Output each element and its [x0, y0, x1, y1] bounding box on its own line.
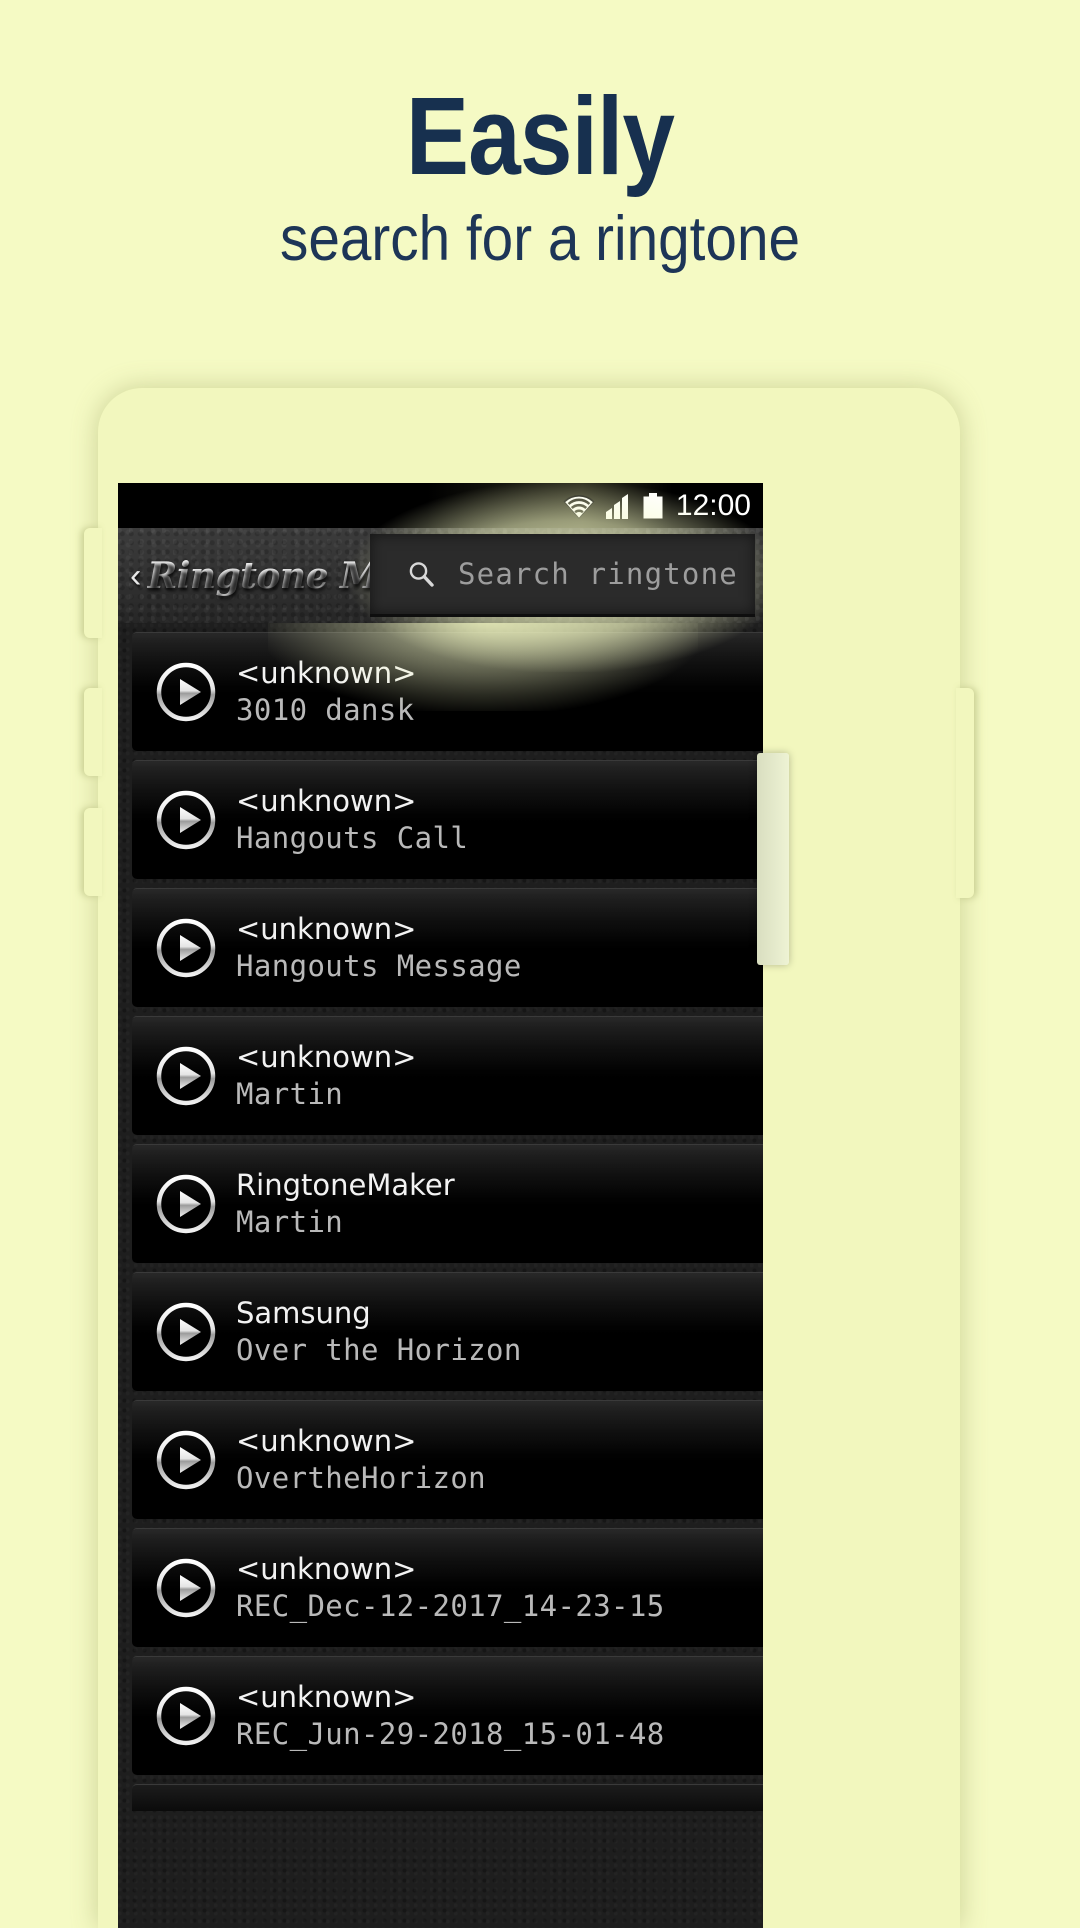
list-scrollbar-thumb[interactable] [757, 753, 789, 965]
ringtone-list[interactable]: <unknown> 3010 dansk <unknown> Hangouts Cal… [118, 623, 763, 1928]
list-item-artist: <unknown> [236, 783, 417, 818]
list-item[interactable]: <unknown> OvertheHorizon [132, 1400, 763, 1519]
list-item-artist: <unknown> [236, 1039, 417, 1074]
status-bar-clock: 12:00 [675, 488, 751, 522]
phone-mockup: 12:00 ‹ Ringtone Maker Search ringtone <… [84, 388, 974, 1928]
play-circle-icon[interactable] [154, 1044, 218, 1108]
play-circle-icon[interactable] [154, 916, 218, 980]
list-item-partial[interactable] [132, 1784, 763, 1811]
battery-icon [641, 492, 665, 520]
list-item-artist: <unknown> [236, 1423, 417, 1458]
list-item-meta: RingtoneMaker Martin [236, 1168, 455, 1240]
list-item-title: Hangouts Call [236, 820, 469, 855]
list-item-meta: <unknown> OvertheHorizon [236, 1424, 486, 1496]
cellular-signal-icon [605, 492, 632, 520]
list-item-meta: <unknown> REC_Dec-12-2017_14-23-15 [236, 1552, 665, 1624]
list-item-title: Martin [236, 1204, 344, 1239]
list-item[interactable]: <unknown> REC_Jun-29-2018_15-01-48 [132, 1656, 763, 1775]
power-button[interactable] [84, 528, 102, 638]
volume-up-button[interactable] [84, 688, 102, 776]
list-item-artist: Samsung [236, 1295, 371, 1330]
play-circle-icon[interactable] [154, 788, 218, 852]
list-item-meta: <unknown> Martin [236, 1040, 416, 1112]
list-item-artist: <unknown> [236, 1679, 417, 1714]
list-item-title: Over the Horizon [236, 1332, 522, 1367]
list-item-title: 3010 dansk [236, 692, 415, 727]
list-item[interactable]: <unknown> REC_Dec-12-2017_14-23-15 [132, 1528, 763, 1647]
list-item-meta: Samsung Over the Horizon [236, 1296, 522, 1368]
list-item-meta: <unknown> Hangouts Call [236, 784, 468, 856]
list-item-meta: <unknown> Hangouts Message [236, 912, 522, 984]
list-item[interactable]: RingtoneMaker Martin [132, 1144, 763, 1263]
play-circle-icon[interactable] [154, 1428, 218, 1492]
list-item-artist: RingtoneMaker [236, 1167, 455, 1202]
play-circle-icon[interactable] [154, 660, 218, 724]
list-item-artist: <unknown> [236, 655, 417, 690]
back-chevron-icon[interactable]: ‹ [130, 559, 141, 593]
list-item-title: Martin [236, 1076, 344, 1111]
list-item[interactable]: <unknown> Hangouts Message [132, 888, 763, 1007]
promo-headline: Easily [405, 75, 675, 198]
list-item-title: Hangouts Message [236, 948, 522, 983]
wifi-icon [561, 492, 597, 520]
search-input[interactable]: Search ringtone [370, 534, 755, 617]
list-item-artist: <unknown> [236, 1551, 417, 1586]
play-circle-icon[interactable] [154, 1300, 218, 1364]
volume-down-button[interactable] [84, 808, 102, 896]
play-circle-icon[interactable] [154, 1172, 218, 1236]
play-circle-icon[interactable] [154, 1556, 218, 1620]
right-side-button[interactable] [956, 688, 974, 898]
phone-screen: 12:00 ‹ Ringtone Maker Search ringtone <… [118, 483, 763, 1928]
list-item-artist: <unknown> [236, 911, 417, 946]
promo-text-block: Easily search for a ringtone [0, 0, 1080, 274]
list-item-title: REC_Jun-29-2018_15-01-48 [236, 1716, 665, 1751]
list-item[interactable]: <unknown> 3010 dansk [132, 632, 763, 751]
promo-subheadline: search for a ringtone [279, 204, 801, 274]
list-item-title: REC_Dec-12-2017_14-23-15 [236, 1588, 665, 1623]
search-icon [406, 559, 436, 589]
app-title-back-area[interactable]: ‹ Ringtone Maker [118, 555, 468, 597]
list-item-meta: <unknown> REC_Jun-29-2018_15-01-48 [236, 1680, 665, 1752]
status-bar: 12:00 [118, 483, 763, 528]
list-item[interactable]: Samsung Over the Horizon [132, 1272, 763, 1391]
list-item-meta: <unknown> 3010 dansk [236, 656, 416, 728]
action-bar: ‹ Ringtone Maker Search ringtone [118, 483, 763, 672]
play-circle-icon[interactable] [154, 1684, 218, 1748]
list-item[interactable]: <unknown> Martin [132, 1016, 763, 1135]
list-item-title: OvertheHorizon [236, 1460, 487, 1495]
search-placeholder: Search ringtone [458, 557, 738, 591]
list-item[interactable]: <unknown> Hangouts Call [132, 760, 763, 879]
